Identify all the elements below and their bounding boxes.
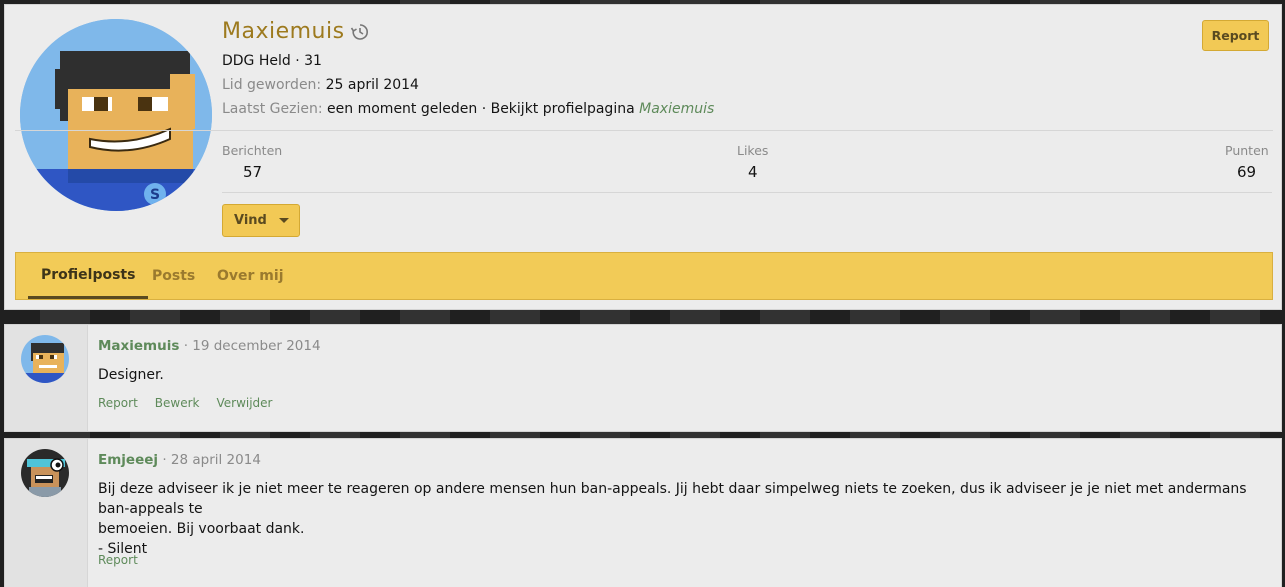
last-seen-label: Laatst Gezien: (222, 101, 323, 117)
tab-over-mij[interactable]: Over mij (204, 253, 297, 299)
svg-text:S: S (150, 187, 160, 203)
post-text-line: Bij deze adviseer ik je niet meer te rea… (98, 481, 1247, 517)
post-delete-link[interactable]: Verwijder (216, 396, 272, 410)
post-report-link[interactable]: Report (98, 396, 138, 410)
post-actions: Report (98, 553, 138, 567)
history-icon[interactable] (350, 22, 370, 42)
stat-value-punten[interactable]: 69 (1237, 163, 1256, 181)
post-text-line: bemoeien. Bij voorbaat dank. (98, 521, 305, 537)
post-meta: Emjeeej · 28 april 2014 (98, 452, 261, 468)
stat-value-likes[interactable]: 4 (748, 163, 758, 181)
post-text-line: - Silent (98, 541, 148, 557)
post-author-avatar[interactable] (21, 335, 69, 383)
header-divider (15, 130, 1273, 131)
find-dropdown-button[interactable]: Vind (222, 204, 300, 237)
stat-value-berichten[interactable]: 57 (243, 163, 262, 181)
profile-post: Maxiemuis · 19 december 2014 Designer. R… (4, 324, 1282, 432)
post-edit-link[interactable]: Bewerk (155, 396, 200, 410)
post-meta: Maxiemuis · 19 december 2014 (98, 338, 321, 354)
joined-row: Lid geworden: 25 april 2014 (222, 77, 419, 93)
joined-value: 25 april 2014 (325, 77, 419, 93)
report-button[interactable]: Report (1202, 20, 1269, 51)
last-seen-row: Laatst Gezien: een moment geleden · Beki… (222, 101, 714, 117)
joined-label: Lid geworden: (222, 77, 322, 93)
post-body: Designer. (98, 365, 1273, 385)
stats-divider (222, 192, 1272, 193)
post-text-line: Designer. (98, 367, 164, 383)
profile-tabs: Profielposts Posts Over mij (15, 252, 1273, 300)
last-seen-link[interactable]: Maxiemuis (639, 101, 714, 117)
profile-name: Maxiemuis (222, 19, 345, 44)
tab-posts[interactable]: Posts (139, 253, 208, 299)
find-label: Vind (234, 213, 267, 228)
post-author-name[interactable]: Emjeeej (98, 452, 158, 468)
post-report-link[interactable]: Report (98, 553, 138, 567)
post-body: Bij deze adviseer ik je niet meer te rea… (98, 479, 1273, 559)
profile-post: Emjeeej · 28 april 2014 Bij deze advisee… (4, 438, 1282, 587)
post-date[interactable]: · 19 december 2014 (184, 338, 321, 354)
last-seen-value: een moment geleden · Bekijkt profielpagi… (327, 101, 635, 117)
caret-down-icon (278, 218, 289, 223)
profile-avatar[interactable]: S (20, 19, 212, 211)
stat-label-punten: Punten (1225, 143, 1269, 158)
post-author-avatar[interactable] (21, 449, 69, 497)
post-date[interactable]: · 28 april 2014 (162, 452, 261, 468)
profile-header: S Maxiemuis DDG Held · 31 Lid geworden: … (4, 4, 1282, 310)
tab-profielposts[interactable]: Profielposts (28, 253, 149, 299)
stat-label-berichten: Berichten (222, 143, 283, 158)
post-author-name[interactable]: Maxiemuis (98, 338, 179, 354)
profile-rank: DDG Held · 31 (222, 53, 322, 69)
post-actions: Report Bewerk Verwijder (98, 396, 273, 410)
stat-label-likes: Likes (737, 143, 769, 158)
